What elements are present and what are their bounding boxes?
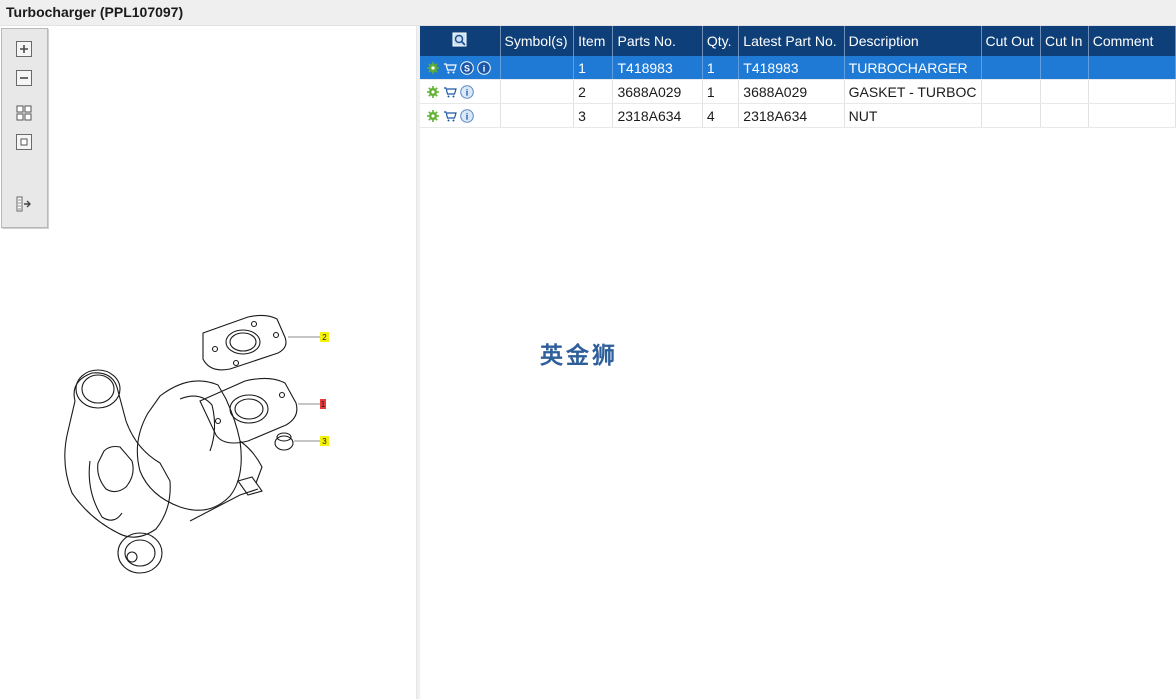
cell-qty: 1 — [702, 79, 740, 104]
cell-latest-part-no[interactable]: T418983 — [738, 56, 845, 80]
illustration-pane[interactable]: 2 1 3 — [0, 26, 416, 699]
gear-icon[interactable] — [426, 85, 440, 99]
cell-comment — [1088, 103, 1176, 128]
cell-qty: 1 — [702, 56, 740, 80]
column-header-qty[interactable]: Qty. — [702, 26, 740, 56]
gasket-port — [225, 329, 261, 355]
flange-hole — [214, 417, 222, 425]
cart-icon[interactable] — [443, 85, 457, 99]
cell-description: TURBOCHARGER — [844, 56, 982, 80]
cell-symbols — [500, 79, 575, 104]
cell-comment — [1088, 56, 1176, 80]
column-header-part-no[interactable]: Parts No. — [612, 26, 703, 56]
row-actions: S i — [420, 56, 501, 80]
zoom-in-icon — [16, 41, 32, 57]
cell-cut-in — [1040, 56, 1089, 80]
title-bar: Turbocharger (PPL107097) — [0, 0, 1176, 26]
fit-all-button[interactable] — [15, 104, 33, 122]
svg-text:S: S — [464, 63, 470, 73]
cell-item: 2 — [573, 79, 614, 104]
gear-icon[interactable] — [426, 109, 440, 123]
actual-size-icon — [16, 134, 32, 150]
callout-2[interactable]: 2 — [322, 333, 327, 342]
flange-hole — [278, 391, 286, 399]
cell-item: 3 — [573, 103, 614, 128]
callout-1[interactable]: 1 — [321, 400, 326, 409]
cell-cut-out — [981, 79, 1041, 104]
gasket-port-inner — [229, 332, 257, 352]
cell-symbols — [500, 56, 575, 80]
actuator-bracket — [237, 476, 263, 496]
cell-cut-in — [1040, 79, 1089, 104]
cell-comment — [1088, 79, 1176, 104]
compressor-inlet — [75, 369, 121, 409]
column-header-description[interactable]: Description — [844, 26, 982, 56]
outlet-bolt — [126, 551, 138, 563]
turbocharger-drawing[interactable]: 2 1 3 — [40, 281, 350, 591]
column-header-item[interactable]: Item — [573, 26, 614, 56]
cell-symbols — [500, 103, 575, 128]
column-header-cut-out[interactable]: Cut Out — [981, 26, 1041, 56]
table-row[interactable]: S i 1 T418983 1 T418983 TURBOCHARGER — [420, 56, 1176, 80]
info-icon[interactable]: i — [460, 108, 474, 123]
zoom-in-button[interactable] — [15, 40, 33, 58]
turbine-housing — [136, 380, 242, 511]
cell-latest-part-no[interactable]: 2318A634 — [738, 103, 845, 128]
table-row[interactable]: i 2 3688A029 1 3688A029 GASKET - TURBOC — [420, 79, 1176, 104]
gasket-hole — [232, 359, 240, 367]
cell-part-no[interactable]: 3688A029 — [612, 79, 703, 104]
gasket-hole — [272, 331, 280, 339]
table-row[interactable]: i 3 2318A634 4 2318A634 NUT — [420, 103, 1176, 128]
cell-latest-part-no[interactable]: 3688A029 — [738, 79, 845, 104]
outlet-clamp — [97, 445, 134, 493]
zoom-out-button[interactable] — [15, 69, 33, 87]
cart-icon[interactable] — [443, 109, 457, 123]
housing-contour — [179, 395, 216, 452]
turbine-port-inner — [234, 398, 264, 420]
column-header-latest-part-no[interactable]: Latest Part No. — [738, 26, 845, 56]
cell-qty: 4 — [702, 103, 740, 128]
column-header-comment[interactable]: Comment — [1088, 26, 1176, 56]
row-actions: i — [420, 103, 501, 128]
toggle-panel-icon — [16, 196, 31, 212]
callout-3[interactable]: 3 — [322, 437, 327, 446]
cell-item: 1 — [573, 56, 614, 80]
table-header-row: Symbol(s) Item Parts No. Qty. Latest Par… — [420, 26, 1176, 56]
s-badge-icon[interactable]: S — [460, 60, 474, 75]
oil-pipe — [88, 460, 123, 521]
gasket-hole — [211, 345, 219, 353]
housing-contour — [239, 440, 263, 484]
cart-icon[interactable] — [443, 61, 457, 75]
column-header-symbols[interactable]: Symbol(s) — [500, 26, 575, 56]
cell-description: GASKET - TURBOC — [844, 79, 982, 104]
gasket-outline — [202, 314, 287, 371]
actual-size-button[interactable] — [15, 133, 33, 151]
info-icon[interactable]: i — [477, 60, 491, 75]
cell-cut-out — [981, 56, 1041, 80]
window-title: Turbocharger (PPL107097) — [6, 4, 184, 20]
gasket-hole — [250, 320, 258, 328]
cell-part-no[interactable]: T418983 — [612, 56, 703, 80]
info-icon[interactable]: i — [460, 84, 474, 99]
cell-part-no[interactable]: 2318A634 — [612, 103, 703, 128]
parts-table: Symbol(s) Item Parts No. Qty. Latest Par… — [420, 26, 1176, 128]
column-header-cut-in[interactable]: Cut In — [1040, 26, 1089, 56]
cell-description: NUT — [844, 103, 982, 128]
cell-cut-out — [981, 103, 1041, 128]
cell-cut-in — [1040, 103, 1089, 128]
toggle-panel-button[interactable] — [15, 195, 33, 213]
fit-all-icon — [16, 105, 32, 121]
search-icon — [452, 32, 467, 46]
row-actions: i — [420, 79, 501, 104]
parts-grid-area: Symbol(s) Item Parts No. Qty. Latest Par… — [420, 26, 1176, 699]
gear-icon[interactable] — [426, 61, 440, 75]
compressor-inlet-inner — [81, 374, 115, 404]
zoom-out-icon — [16, 70, 32, 86]
watermark: 英金狮 — [540, 343, 618, 369]
viewer-toolbar — [1, 28, 48, 228]
search-column-header[interactable] — [420, 26, 501, 56]
